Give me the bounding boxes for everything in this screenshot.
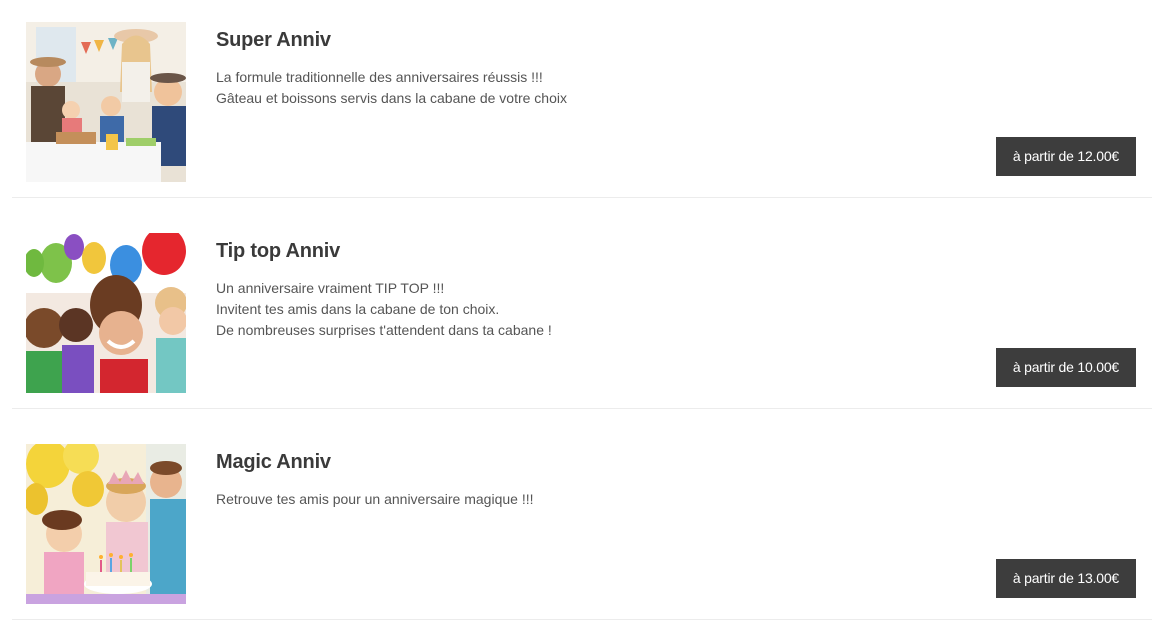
price-button[interactable]: à partir de 13.00€ xyxy=(995,559,1136,598)
offer-description: Un anniversaire vraiment TIP TOP !!! Inv… xyxy=(216,278,976,341)
offer-description-line: La formule traditionnelle des anniversai… xyxy=(216,69,543,85)
kids-balloons-photo-icon xyxy=(26,233,186,393)
price-button[interactable]: à partir de 12.00€ xyxy=(995,137,1136,176)
offer-image[interactable] xyxy=(26,233,186,393)
offer-description-line: Retrouve tes amis pour un anniversaire m… xyxy=(216,491,534,507)
offer-title[interactable]: Magic Anniv xyxy=(216,451,331,474)
offer-description-line: De nombreuses surprises t'attendent dans… xyxy=(216,322,552,338)
family-birthday-photo-icon xyxy=(26,22,186,182)
offer-title[interactable]: Super Anniv xyxy=(216,29,331,52)
offer-image[interactable] xyxy=(26,22,186,182)
offer-description-line: Un anniversaire vraiment TIP TOP !!! xyxy=(216,280,445,296)
offer-card-magic-anniv: Magic Anniv Retrouve tes amis pour un an… xyxy=(12,409,1152,620)
price-button[interactable]: à partir de 10.00€ xyxy=(995,348,1136,387)
offer-description-line: Gâteau et boissons servis dans la cabane… xyxy=(216,90,567,106)
offer-description: Retrouve tes amis pour un anniversaire m… xyxy=(216,489,976,510)
offer-description-line: Invitent tes amis dans la cabane de ton … xyxy=(216,301,500,317)
offer-image[interactable] xyxy=(26,444,186,604)
birthday-cake-photo-icon xyxy=(26,444,186,604)
offer-card-super-anniv: Super Anniv La formule traditionnelle de… xyxy=(12,0,1152,198)
offer-description: La formule traditionnelle des anniversai… xyxy=(216,67,976,109)
offer-card-tip-top-anniv: Tip top Anniv Un anniversaire vraiment T… xyxy=(12,198,1152,409)
offer-title[interactable]: Tip top Anniv xyxy=(216,240,340,263)
offer-list: Super Anniv La formule traditionnelle de… xyxy=(0,0,1165,636)
